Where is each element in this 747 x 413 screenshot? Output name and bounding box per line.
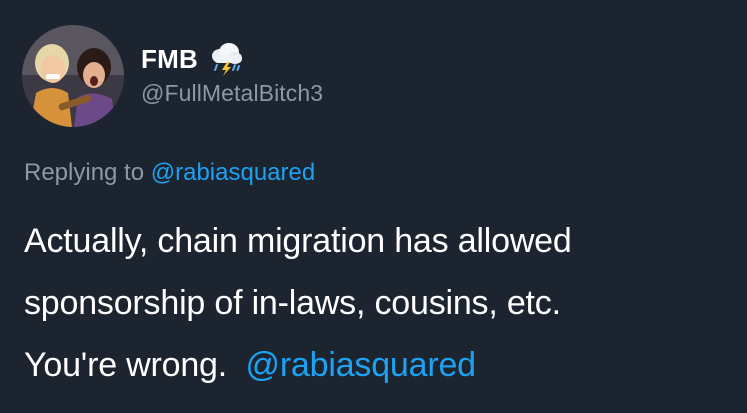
avatar-image	[22, 25, 124, 127]
body-mention-link[interactable]: @rabiasquared	[246, 346, 477, 384]
tweet-body-line-1: Actually, chain migration has allowed	[24, 222, 572, 260]
thunder-cloud-rain-icon	[208, 42, 244, 76]
avatar[interactable]	[22, 25, 124, 127]
tweet-body-line-3-text: You're wrong.	[24, 346, 227, 384]
display-name[interactable]: FMB	[141, 44, 198, 75]
tweet-body-line-3: You're wrong. @rabiasquared	[24, 334, 739, 396]
tweet-body-line-2: sponsorship of in-laws, cousins, etc.	[24, 284, 561, 322]
replying-to-label: Replying to	[24, 159, 145, 186]
name-row: FMB	[141, 42, 244, 76]
replying-to-line: Replying to @rabiasquared	[24, 159, 315, 187]
tweet-card: FMB @FullMetalBitch3 Replying to @rabias…	[0, 0, 747, 413]
user-handle[interactable]: @FullMetalBitch3	[141, 80, 323, 107]
tweet-body: Actually, chain migration has allowed sp…	[24, 210, 739, 396]
reply-mention-link[interactable]: @rabiasquared	[151, 159, 315, 186]
